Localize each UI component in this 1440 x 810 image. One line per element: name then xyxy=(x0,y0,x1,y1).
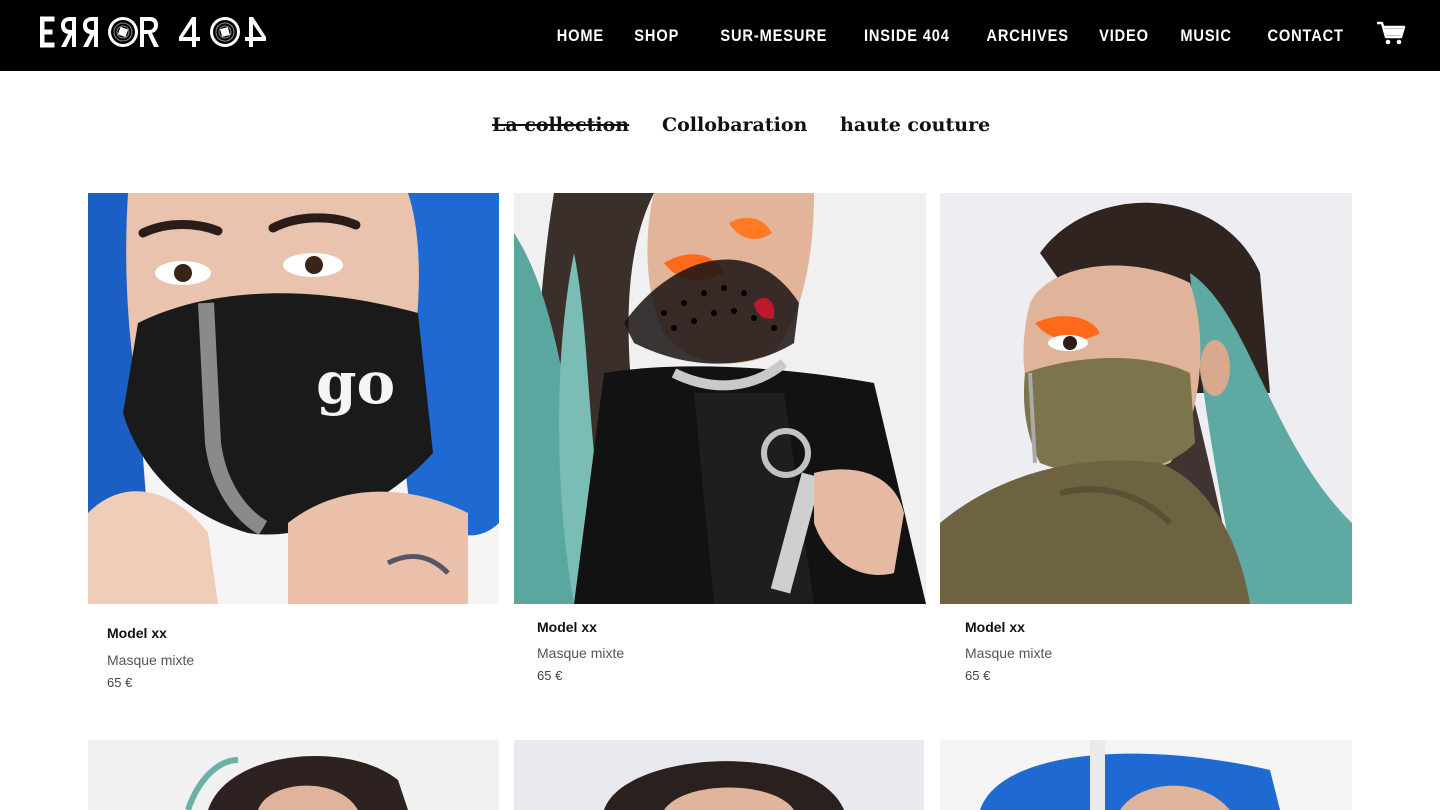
cart-icon[interactable] xyxy=(1376,20,1406,46)
product-image[interactable] xyxy=(88,740,499,810)
nav-music[interactable]: MUSIC xyxy=(1181,26,1232,46)
nav-home[interactable]: HOME xyxy=(557,26,604,46)
main-nav: HOME SHOP SUR-MESURE INSIDE 404 ARCHIVES… xyxy=(526,0,1344,71)
product-image[interactable] xyxy=(940,193,1352,604)
nav-contact[interactable]: CONTACT xyxy=(1268,26,1344,46)
site-header: HOME SHOP SUR-MESURE INSIDE 404 ARCHIVES… xyxy=(0,0,1440,71)
product-image[interactable] xyxy=(940,740,1352,810)
vinyl-disc-icon xyxy=(108,17,138,47)
product-name[interactable]: Model xx xyxy=(107,625,167,641)
product-price: 65 € xyxy=(965,668,991,683)
product-image[interactable] xyxy=(514,740,924,810)
product-price: 65 € xyxy=(537,668,563,683)
product-card[interactable]: Model xx Masque mixte 65 € xyxy=(514,193,926,693)
product-card[interactable]: go Model xx Masque mixte 65 € xyxy=(88,193,499,693)
nav-archives[interactable]: ARCHIVES xyxy=(986,26,1068,46)
filter-la-collection[interactable]: La collection xyxy=(492,114,629,136)
product-image[interactable] xyxy=(514,193,926,604)
filter-collaboration[interactable]: Collobaration xyxy=(662,114,807,136)
nav-shop[interactable]: SHOP xyxy=(635,26,680,46)
logo-wordmark xyxy=(40,16,266,48)
nav-video[interactable]: VIDEO xyxy=(1100,26,1150,46)
nav-inside-404[interactable]: INSIDE 404 xyxy=(864,26,950,46)
product-name[interactable]: Model xx xyxy=(965,619,1025,635)
filter-haute-couture[interactable]: haute couture xyxy=(840,114,990,136)
product-description: Masque mixte xyxy=(107,652,195,668)
svg-text:go: go xyxy=(316,349,395,417)
product-description: Masque mixte xyxy=(537,645,625,661)
product-image[interactable]: go xyxy=(88,193,499,604)
product-price: 65 € xyxy=(107,675,133,690)
product-description: Masque mixte xyxy=(965,645,1053,661)
nav-sur-mesure[interactable]: SUR-MESURE xyxy=(720,26,827,46)
product-name[interactable]: Model xx xyxy=(537,619,597,635)
site-logo[interactable] xyxy=(40,14,285,52)
product-card[interactable]: Model xx Masque mixte 65 € xyxy=(940,193,1352,693)
collection-filter: La collection Collobaration haute coutur… xyxy=(0,114,1440,144)
